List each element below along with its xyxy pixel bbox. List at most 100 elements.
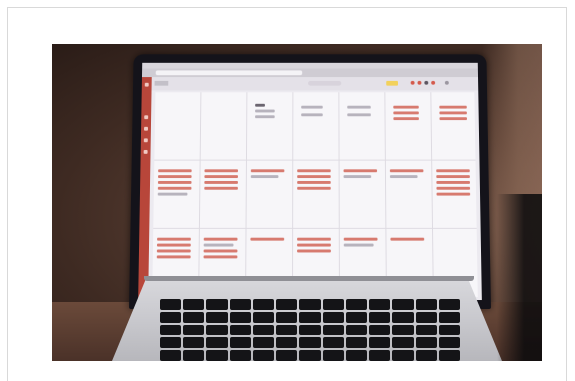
keyboard-key <box>276 311 298 323</box>
calendar-entry <box>343 243 374 247</box>
calendar-entry <box>204 186 238 190</box>
calendar-entry <box>436 186 471 190</box>
calendar-entry <box>343 175 372 179</box>
grid-column-divider <box>338 92 340 298</box>
keyboard-key <box>369 324 391 336</box>
laptop-photo <box>52 44 542 361</box>
sidebar-icon <box>144 115 149 120</box>
calendar-entry <box>255 103 265 107</box>
laptop-lid <box>129 54 491 309</box>
calendar-entry <box>297 243 331 247</box>
calendar-entry <box>297 249 331 253</box>
keyboard-key <box>322 350 344 361</box>
calendar-entry <box>156 255 191 259</box>
calendar-entry <box>297 169 331 173</box>
laptop-screen <box>138 62 482 301</box>
calendar-entry <box>439 105 467 109</box>
keyboard-key <box>299 350 321 361</box>
keyboard-key <box>438 299 460 310</box>
keyboard-key <box>345 350 368 361</box>
keyboard-icon <box>160 299 460 361</box>
calendar-entry <box>436 180 470 184</box>
keyboard-key <box>322 299 344 310</box>
red-icon <box>410 80 415 85</box>
keyboard-key <box>415 299 437 310</box>
calendar-entry <box>157 180 192 184</box>
keyboard-key <box>438 337 460 349</box>
keyboard-key <box>276 350 298 361</box>
calendar-entry <box>343 237 378 241</box>
keyboard-key <box>229 311 251 323</box>
calendar-grid <box>152 92 478 298</box>
calendar-entry <box>204 169 239 173</box>
keyboard-key <box>415 337 437 349</box>
calendar-entry <box>390 237 425 241</box>
grid-column-divider <box>198 92 202 298</box>
keyboard-key <box>438 311 460 323</box>
grid-column-divider <box>245 92 248 298</box>
app-sidebar <box>138 77 152 301</box>
calendar-entry <box>250 175 279 179</box>
app-header <box>151 77 479 91</box>
keyboard-key <box>345 337 368 349</box>
keyboard-key <box>276 324 298 336</box>
keyboard-key <box>299 299 321 310</box>
calendar-entry <box>436 175 470 179</box>
keyboard-key <box>392 299 414 310</box>
calendar-entry <box>203 255 238 259</box>
keyboard-key <box>392 324 414 336</box>
grid-column-divider <box>384 92 387 298</box>
calendar-entry <box>255 115 275 119</box>
keyboard-key <box>276 337 298 349</box>
browser-url-bar <box>155 70 303 76</box>
highlight-button <box>386 80 398 86</box>
keyboard-key <box>252 311 275 323</box>
keyboard-key <box>160 350 182 361</box>
keyboard-key <box>345 299 368 310</box>
calendar-entry <box>393 105 419 109</box>
calendar-entry <box>255 109 275 113</box>
dark-icon <box>424 80 429 85</box>
app-title <box>154 80 169 86</box>
keyboard-key <box>322 324 344 336</box>
keyboard-key <box>252 337 275 349</box>
keyboard-key <box>438 350 460 361</box>
keyboard-key <box>369 311 391 323</box>
calendar-entry <box>203 243 234 247</box>
keyboard-key <box>252 350 275 361</box>
keyboard-key <box>160 324 182 336</box>
grid-row-divider <box>153 227 477 229</box>
keyboard-key <box>206 337 228 349</box>
keyboard-key <box>183 350 205 361</box>
calendar-entry <box>436 192 471 196</box>
calendar-entry <box>203 249 238 253</box>
keyboard-key <box>345 324 368 336</box>
keyboard-key <box>229 324 251 336</box>
keyboard-key <box>345 311 368 323</box>
calendar-entry <box>439 111 467 115</box>
calendar-entry <box>156 249 191 253</box>
calendar-entry <box>204 175 238 179</box>
calendar-entry <box>158 169 192 173</box>
calendar-entry <box>393 111 419 115</box>
calendar-entry <box>158 175 192 179</box>
grid-column-divider <box>430 92 434 298</box>
keyboard-key <box>206 350 228 361</box>
calendar-entry <box>347 113 371 117</box>
calendar-entry <box>157 192 188 196</box>
sidebar-icon <box>143 149 148 154</box>
keyboard-key <box>322 337 344 349</box>
keyboard-key <box>392 350 414 361</box>
sidebar-icon <box>144 82 149 87</box>
calendar-entry <box>393 117 419 121</box>
keyboard-key <box>369 337 391 349</box>
calendar-entry <box>157 237 191 241</box>
sidebar-icon <box>144 126 149 131</box>
keyboard-key <box>299 337 321 349</box>
keyboard-key <box>183 337 205 349</box>
shadow <box>497 194 542 361</box>
sidebar-icon <box>143 138 148 143</box>
grid-row-divider <box>154 159 476 161</box>
keyboard-key <box>229 337 251 349</box>
keyboard-key <box>160 299 182 310</box>
